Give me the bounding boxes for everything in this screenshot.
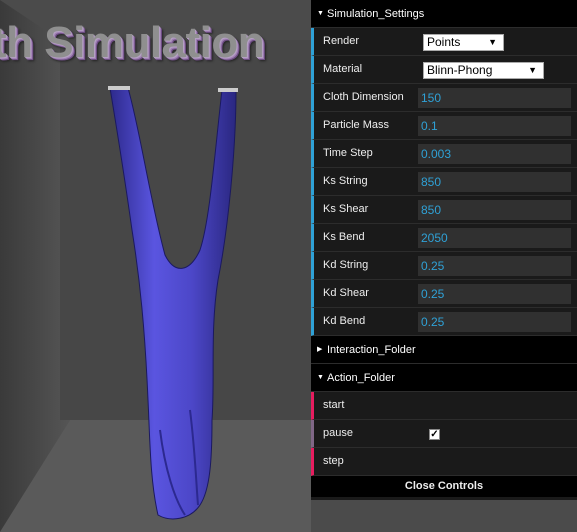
step-label: step (323, 455, 344, 467)
param-row: Ks Bend 2050 (311, 224, 577, 252)
param-row: Kd Shear 0.25 (311, 280, 577, 308)
param-row: Time Step 0.003 (311, 140, 577, 168)
param-label: Ks Shear (323, 203, 369, 215)
param-label: Cloth Dimension (323, 91, 404, 103)
close-controls-button[interactable]: Close Controls (311, 476, 577, 497)
dropdown-arrow-icon: ▼ (488, 37, 497, 47)
folder-title-label: Simulation_Settings (327, 8, 425, 20)
param-label: Particle Mass (323, 119, 390, 131)
param-label: Time Step (323, 147, 373, 159)
param-input[interactable]: 2050 (418, 228, 571, 248)
folder-interaction[interactable]: ▶ Interaction_Folder (311, 336, 577, 364)
param-label: Ks Bend (323, 231, 365, 243)
pause-label: pause (323, 427, 353, 439)
triangle-right-icon: ▶ (317, 346, 323, 353)
start-button[interactable]: start (311, 392, 577, 420)
param-row: Ks Shear 850 (311, 196, 577, 224)
param-row: Kd Bend 0.25 (311, 308, 577, 336)
param-input[interactable]: 0.25 (418, 312, 571, 332)
param-input[interactable]: 150 (418, 88, 571, 108)
render-value: Points (427, 35, 461, 49)
param-row: Kd String 0.25 (311, 252, 577, 280)
start-label: start (323, 399, 345, 411)
folder-simulation-settings[interactable]: ▼ Simulation_Settings (311, 0, 577, 28)
step-button[interactable]: step (311, 448, 577, 476)
param-row: Cloth Dimension 150 (311, 84, 577, 112)
param-input[interactable]: 0.25 (418, 284, 571, 304)
controls-panel: ▼ Simulation_Settings Render Points ▼ Ma… (311, 0, 577, 500)
param-row: Particle Mass 0.1 (311, 112, 577, 140)
material-value: Blinn-Phong (427, 63, 493, 77)
param-label: Kd Bend (323, 315, 366, 327)
param-input[interactable]: 0.1 (418, 116, 571, 136)
pause-checkbox[interactable]: ✓ (429, 429, 440, 440)
pause-row: pause ✓ (311, 420, 577, 448)
render-select[interactable]: Points ▼ (423, 34, 504, 51)
param-input[interactable]: 0.25 (418, 256, 571, 276)
render-label: Render (323, 35, 360, 47)
folder-action[interactable]: ▼ Action_Folder (311, 364, 577, 392)
material-select[interactable]: Blinn-Phong ▼ (423, 62, 544, 79)
scene-title-3d: th Simulation (0, 18, 265, 67)
param-input[interactable]: 850 (418, 200, 571, 220)
param-row: Ks String 850 (311, 168, 577, 196)
param-input[interactable]: 0.003 (418, 144, 571, 164)
material-label: Material (323, 63, 363, 75)
triangle-down-icon: ▼ (317, 374, 324, 381)
folder-title-label: Action_Folder (327, 372, 395, 384)
material-row: Material Blinn-Phong ▼ (311, 56, 577, 84)
dropdown-arrow-icon: ▼ (528, 65, 537, 75)
param-input[interactable]: 850 (418, 172, 571, 192)
param-label: Ks String (323, 175, 368, 187)
param-label: Kd String (323, 259, 369, 271)
triangle-down-icon: ▼ (317, 10, 324, 17)
render-row: Render Points ▼ (311, 28, 577, 56)
param-label: Kd Shear (323, 287, 369, 299)
folder-title-label: Interaction_Folder (327, 344, 416, 356)
